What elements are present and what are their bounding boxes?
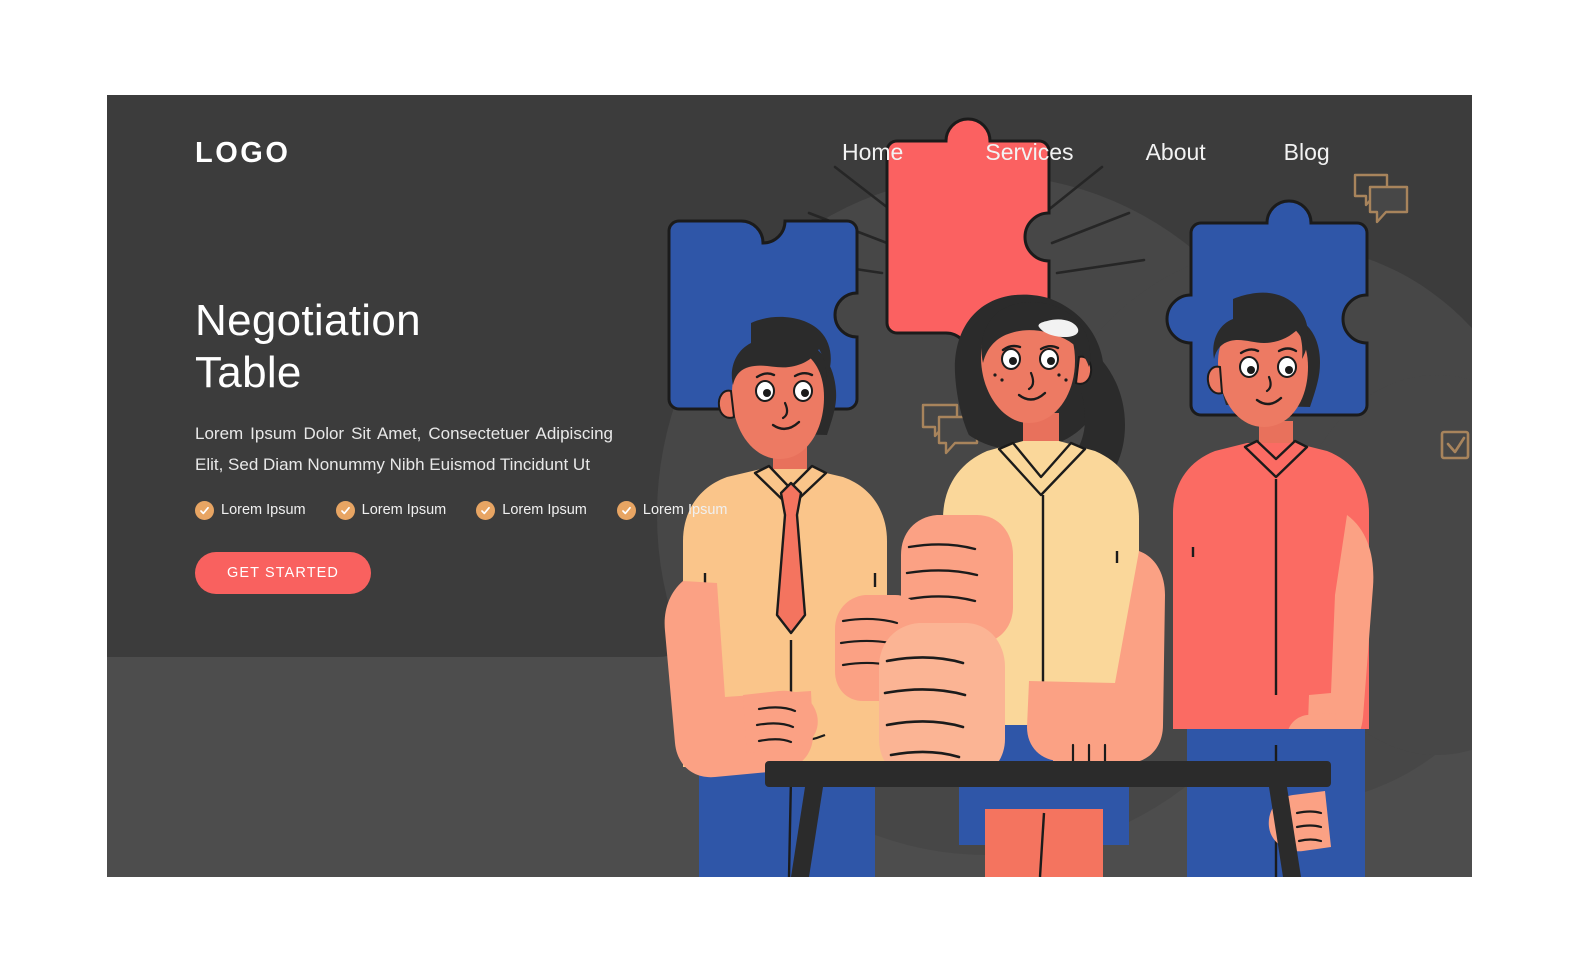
logo[interactable]: LOGO <box>195 137 290 170</box>
check-circle-icon <box>195 500 214 520</box>
feature-label: Lorem Ipsum <box>502 502 587 519</box>
feature-label: Lorem Ipsum <box>361 502 447 519</box>
nav-item-about[interactable]: About <box>1146 139 1206 166</box>
landing-page-frame: LOGO Home Services About Blog Negotiatio… <box>107 95 1472 877</box>
main-navigation: Home Services About Blog <box>842 139 1330 166</box>
nav-item-services[interactable]: Services <box>985 139 1073 166</box>
check-circle-icon <box>616 500 636 520</box>
hero-content: Negotiation Table Lorem Ipsum Dolor Sit … <box>195 295 755 594</box>
nav-item-home[interactable]: Home <box>842 139 903 166</box>
feature-label: Lorem Ipsum <box>642 502 728 519</box>
hero-subtitle: Lorem Ipsum Dolor Sit Amet, Consectetuer… <box>195 423 613 474</box>
page-title: Negotiation Table <box>195 296 421 397</box>
check-circle-icon <box>476 500 496 520</box>
feature-item[interactable]: Lorem Ipsum <box>335 500 447 520</box>
get-started-button[interactable]: GET STARTED <box>195 551 371 594</box>
check-circle-icon <box>335 500 355 520</box>
nav-item-blog[interactable]: Blog <box>1284 139 1330 166</box>
feature-item[interactable]: Lorem Ipsum <box>616 500 728 520</box>
feature-list: Lorem Ipsum Lorem Ipsum Lorem Ipsum Lore… <box>195 500 755 520</box>
screenshot-root: LOGO Home Services About Blog Negotiatio… <box>0 0 1581 980</box>
feature-label: Lorem Ipsum <box>221 502 306 519</box>
feature-item[interactable]: Lorem Ipsum <box>476 500 587 520</box>
feature-item[interactable]: Lorem Ipsum <box>195 500 306 520</box>
site-header: LOGO Home Services About Blog <box>107 95 1472 215</box>
